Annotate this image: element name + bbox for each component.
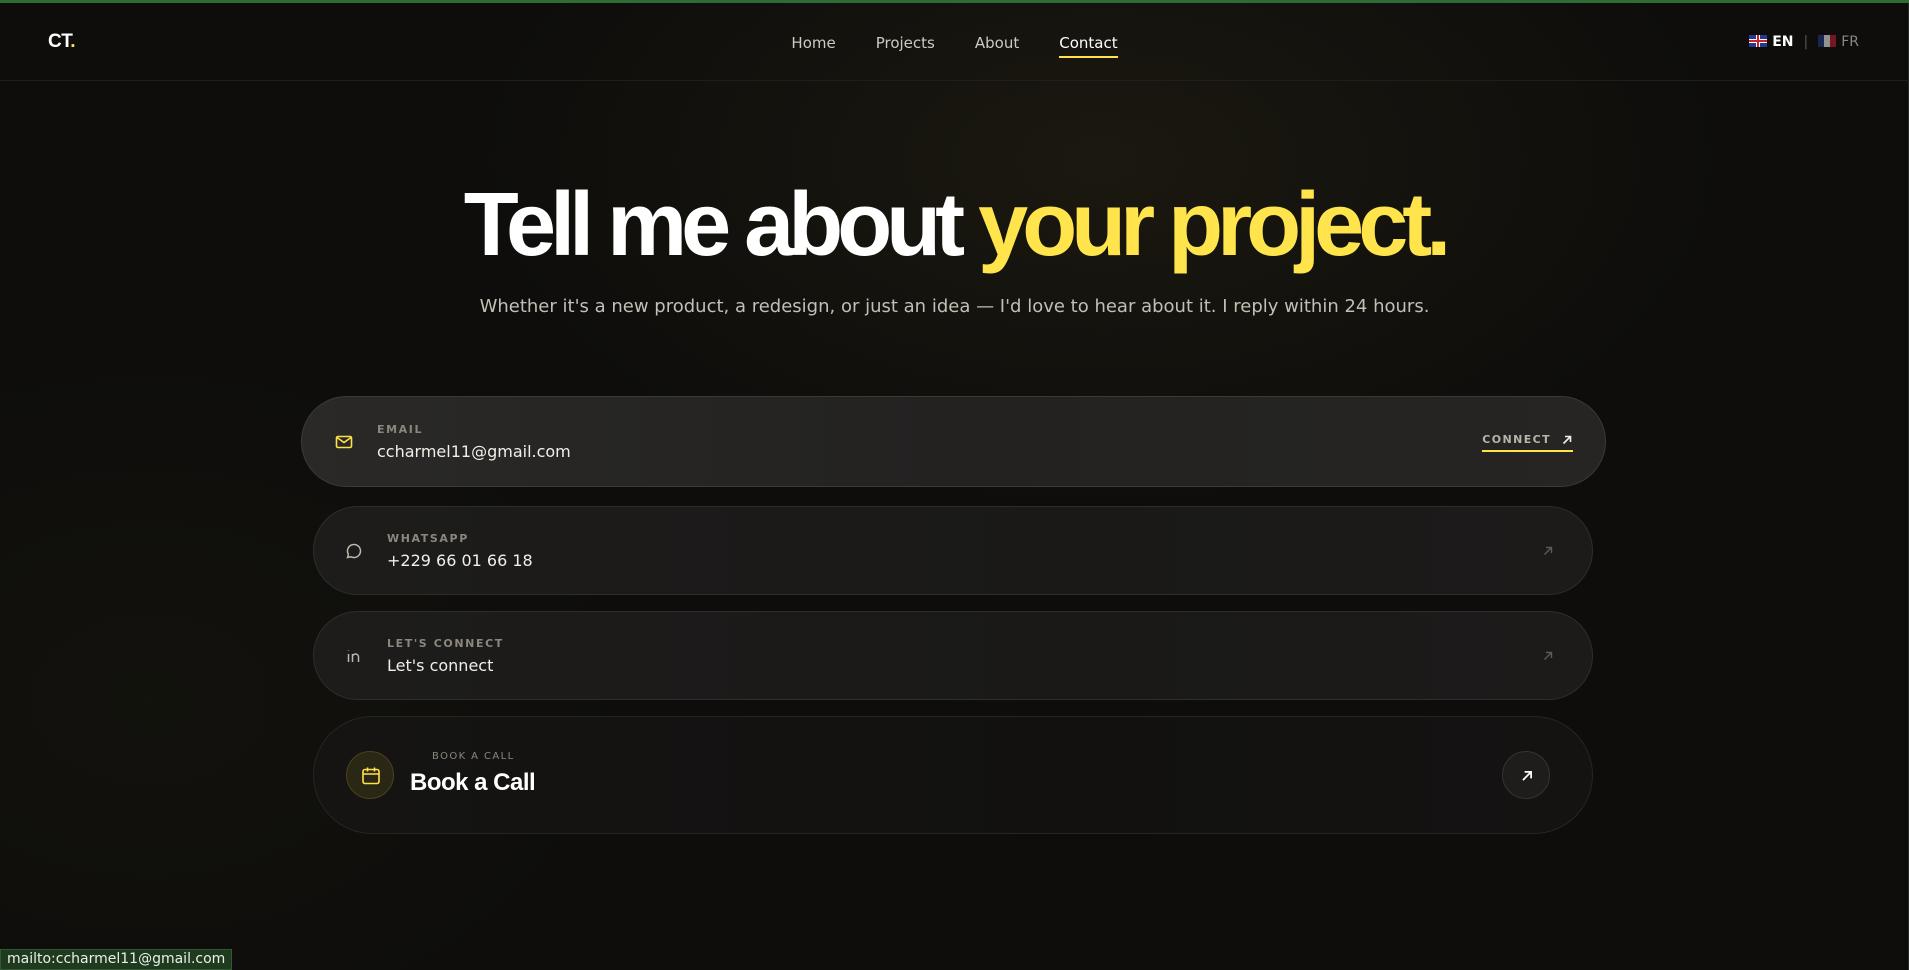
whatsapp-label: WHATSAPP	[387, 532, 469, 545]
calendar-badge	[346, 751, 394, 799]
book-call-title: Book a Call	[410, 769, 536, 796]
nav-about[interactable]: About	[975, 34, 1019, 58]
linkedin-label: LET'S CONNECT	[387, 637, 504, 650]
language-switcher: EN | FR	[1749, 34, 1859, 50]
book-call-card[interactable]: BOOK A CALL Book a Call	[313, 716, 1593, 834]
site-header: CT. Home Projects About Contact EN | FR	[0, 3, 1909, 81]
book-call-button[interactable]	[1502, 751, 1550, 799]
arrow-up-right-icon	[1562, 435, 1572, 444]
lang-fr[interactable]: FR	[1818, 34, 1859, 50]
email-value: ccharmel11@gmail.com	[377, 442, 571, 461]
nav-projects[interactable]: Projects	[876, 34, 935, 58]
arrow-up-right-icon	[1522, 771, 1532, 781]
contact-page: CT. Home Projects About Contact EN | FR …	[0, 0, 1909, 970]
lang-separator: |	[1803, 34, 1809, 50]
nav-contact[interactable]: Contact	[1059, 34, 1118, 58]
email-card[interactable]: EMAIL ccharmel11@gmail.com CONNECT	[301, 396, 1606, 487]
uk-flag-icon	[1749, 35, 1768, 47]
link-status-bar: mailto:ccharmel11@gmail.com	[0, 949, 233, 970]
mail-icon	[335, 435, 353, 449]
lang-en[interactable]: EN	[1749, 34, 1794, 50]
chat-bubble-icon	[346, 543, 362, 559]
linkedin-card[interactable]: LET'S CONNECT Let's connect	[313, 611, 1593, 700]
page-subtitle: Whether it's a new product, a redesign, …	[479, 296, 1430, 317]
arrow-up-right-icon	[1544, 546, 1553, 555]
page-title: Tell me about your project.	[463, 175, 1452, 275]
connect-button[interactable]: CONNECT	[1482, 433, 1573, 452]
whatsapp-card[interactable]: WHATSAPP +229 66 01 66 18	[313, 506, 1593, 595]
main-nav: Home Projects About Contact	[0, 33, 1909, 58]
linkedin-icon	[347, 650, 360, 662]
connect-label: CONNECT	[1482, 433, 1551, 446]
calendar-icon	[362, 767, 380, 785]
arrow-up-right-icon	[1544, 651, 1553, 660]
email-label: EMAIL	[377, 423, 424, 436]
linkedin-value: Let's connect	[387, 656, 494, 675]
nav-home[interactable]: Home	[791, 34, 835, 58]
fr-flag-icon	[1818, 35, 1837, 47]
whatsapp-value: +229 66 01 66 18	[387, 551, 533, 570]
book-call-label: BOOK A CALL	[432, 751, 515, 762]
